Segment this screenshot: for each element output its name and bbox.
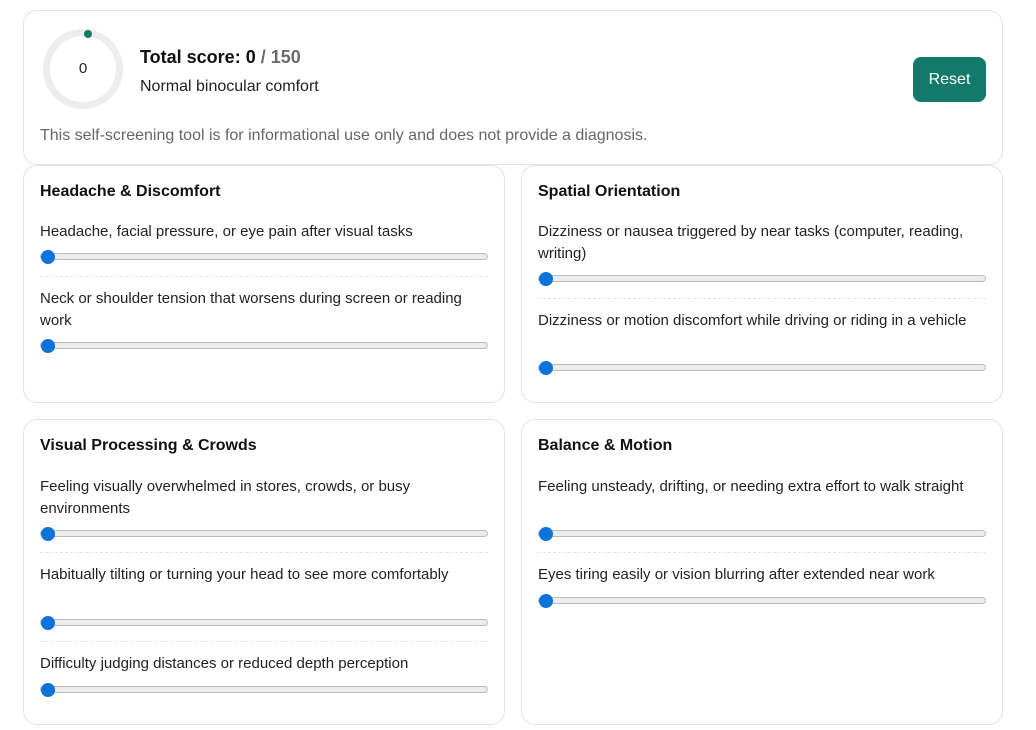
- slider-thumb[interactable]: [539, 594, 553, 608]
- question-item: Difficulty judging distances or reduced …: [40, 653, 488, 697]
- item-divider: [40, 276, 488, 277]
- symptom-slider[interactable]: [538, 594, 986, 608]
- symptom-slider[interactable]: [40, 616, 488, 630]
- section-balance-motion: Balance & Motion Feeling unsteady, drift…: [521, 419, 1003, 725]
- score-ring-value: 0: [78, 60, 88, 77]
- slider-thumb[interactable]: [41, 250, 55, 264]
- question-item: Neck or shoulder tension that worsens du…: [40, 288, 488, 353]
- slider-thumb[interactable]: [41, 683, 55, 697]
- slider-track[interactable]: [40, 619, 488, 626]
- total-score-value: 0: [245, 47, 256, 67]
- section-title: Headache & Discomfort: [40, 183, 221, 200]
- slider-track[interactable]: [538, 530, 986, 537]
- item-divider: [538, 298, 986, 299]
- section-title: Visual Processing & Crowds: [40, 437, 257, 454]
- question-item: Headache, facial pressure, or eye pain a…: [40, 221, 488, 264]
- slider-thumb[interactable]: [539, 527, 553, 541]
- score-ring-gauge: 0: [43, 29, 123, 109]
- total-score-max-prefix: /: [260, 47, 266, 67]
- slider-track[interactable]: [538, 597, 986, 604]
- slider-thumb[interactable]: [41, 527, 55, 541]
- slider-track[interactable]: [538, 364, 986, 371]
- question-item: Dizziness or nausea triggered by near ta…: [538, 221, 986, 286]
- slider-thumb[interactable]: [41, 339, 55, 353]
- question-label: Feeling unsteady, drifting, or needing e…: [538, 478, 964, 495]
- disclaimer-text: This self-screening tool is for informat…: [40, 127, 648, 144]
- symptom-slider[interactable]: [40, 527, 488, 541]
- question-label: Difficulty judging distances or reduced …: [40, 655, 409, 672]
- slider-thumb[interactable]: [539, 361, 553, 375]
- score-summary-card: 0 Total score: 0 / 150 Normal binocular …: [23, 10, 1003, 165]
- question-label: Neck or shoulder tension that worsens du…: [40, 290, 462, 329]
- total-score-label: Total score:: [140, 47, 241, 67]
- section-visual-processing: Visual Processing & Crowds Feeling visua…: [23, 419, 505, 725]
- section-title: Spatial Orientation: [538, 183, 681, 200]
- total-score-max: 150: [270, 47, 301, 67]
- slider-track[interactable]: [40, 253, 488, 260]
- question-item: Eyes tiring easily or vision blurring af…: [538, 564, 986, 608]
- question-item: Habitually tilting or turning your head …: [40, 564, 488, 630]
- symptom-slider[interactable]: [538, 527, 986, 541]
- question-label: Habitually tilting or turning your head …: [40, 566, 449, 583]
- item-divider: [40, 641, 488, 642]
- symptom-slider[interactable]: [40, 339, 488, 353]
- symptom-slider[interactable]: [538, 361, 986, 375]
- question-item: Dizziness or motion discomfort while dri…: [538, 310, 986, 375]
- slider-track[interactable]: [40, 686, 488, 693]
- score-interpretation: Normal binocular comfort: [140, 78, 319, 95]
- question-label: Eyes tiring easily or vision blurring af…: [538, 566, 935, 583]
- question-item: Feeling visually overwhelmed in stores, …: [40, 476, 488, 541]
- slider-thumb[interactable]: [539, 272, 553, 286]
- slider-thumb[interactable]: [41, 616, 55, 630]
- slider-track[interactable]: [538, 275, 986, 282]
- item-divider: [538, 552, 986, 553]
- question-label: Dizziness or motion discomfort while dri…: [538, 312, 967, 329]
- item-divider: [40, 552, 488, 553]
- section-headache-discomfort: Headache & Discomfort Headache, facial p…: [23, 165, 505, 403]
- total-score-heading: Total score: 0 / 150: [140, 47, 301, 68]
- symptom-slider[interactable]: [538, 272, 986, 286]
- question-label: Feeling visually overwhelmed in stores, …: [40, 478, 411, 517]
- section-title: Balance & Motion: [538, 437, 673, 454]
- question-item: Feeling unsteady, drifting, or needing e…: [538, 476, 986, 541]
- section-spatial-orientation: Spatial Orientation Dizziness or nausea …: [521, 165, 1003, 403]
- symptom-slider[interactable]: [40, 250, 488, 264]
- slider-track[interactable]: [40, 342, 488, 349]
- reset-button[interactable]: Reset: [913, 57, 986, 102]
- question-label: Dizziness or nausea triggered by near ta…: [538, 223, 964, 262]
- symptom-slider[interactable]: [40, 683, 488, 697]
- question-label: Headache, facial pressure, or eye pain a…: [40, 223, 413, 240]
- slider-track[interactable]: [40, 530, 488, 537]
